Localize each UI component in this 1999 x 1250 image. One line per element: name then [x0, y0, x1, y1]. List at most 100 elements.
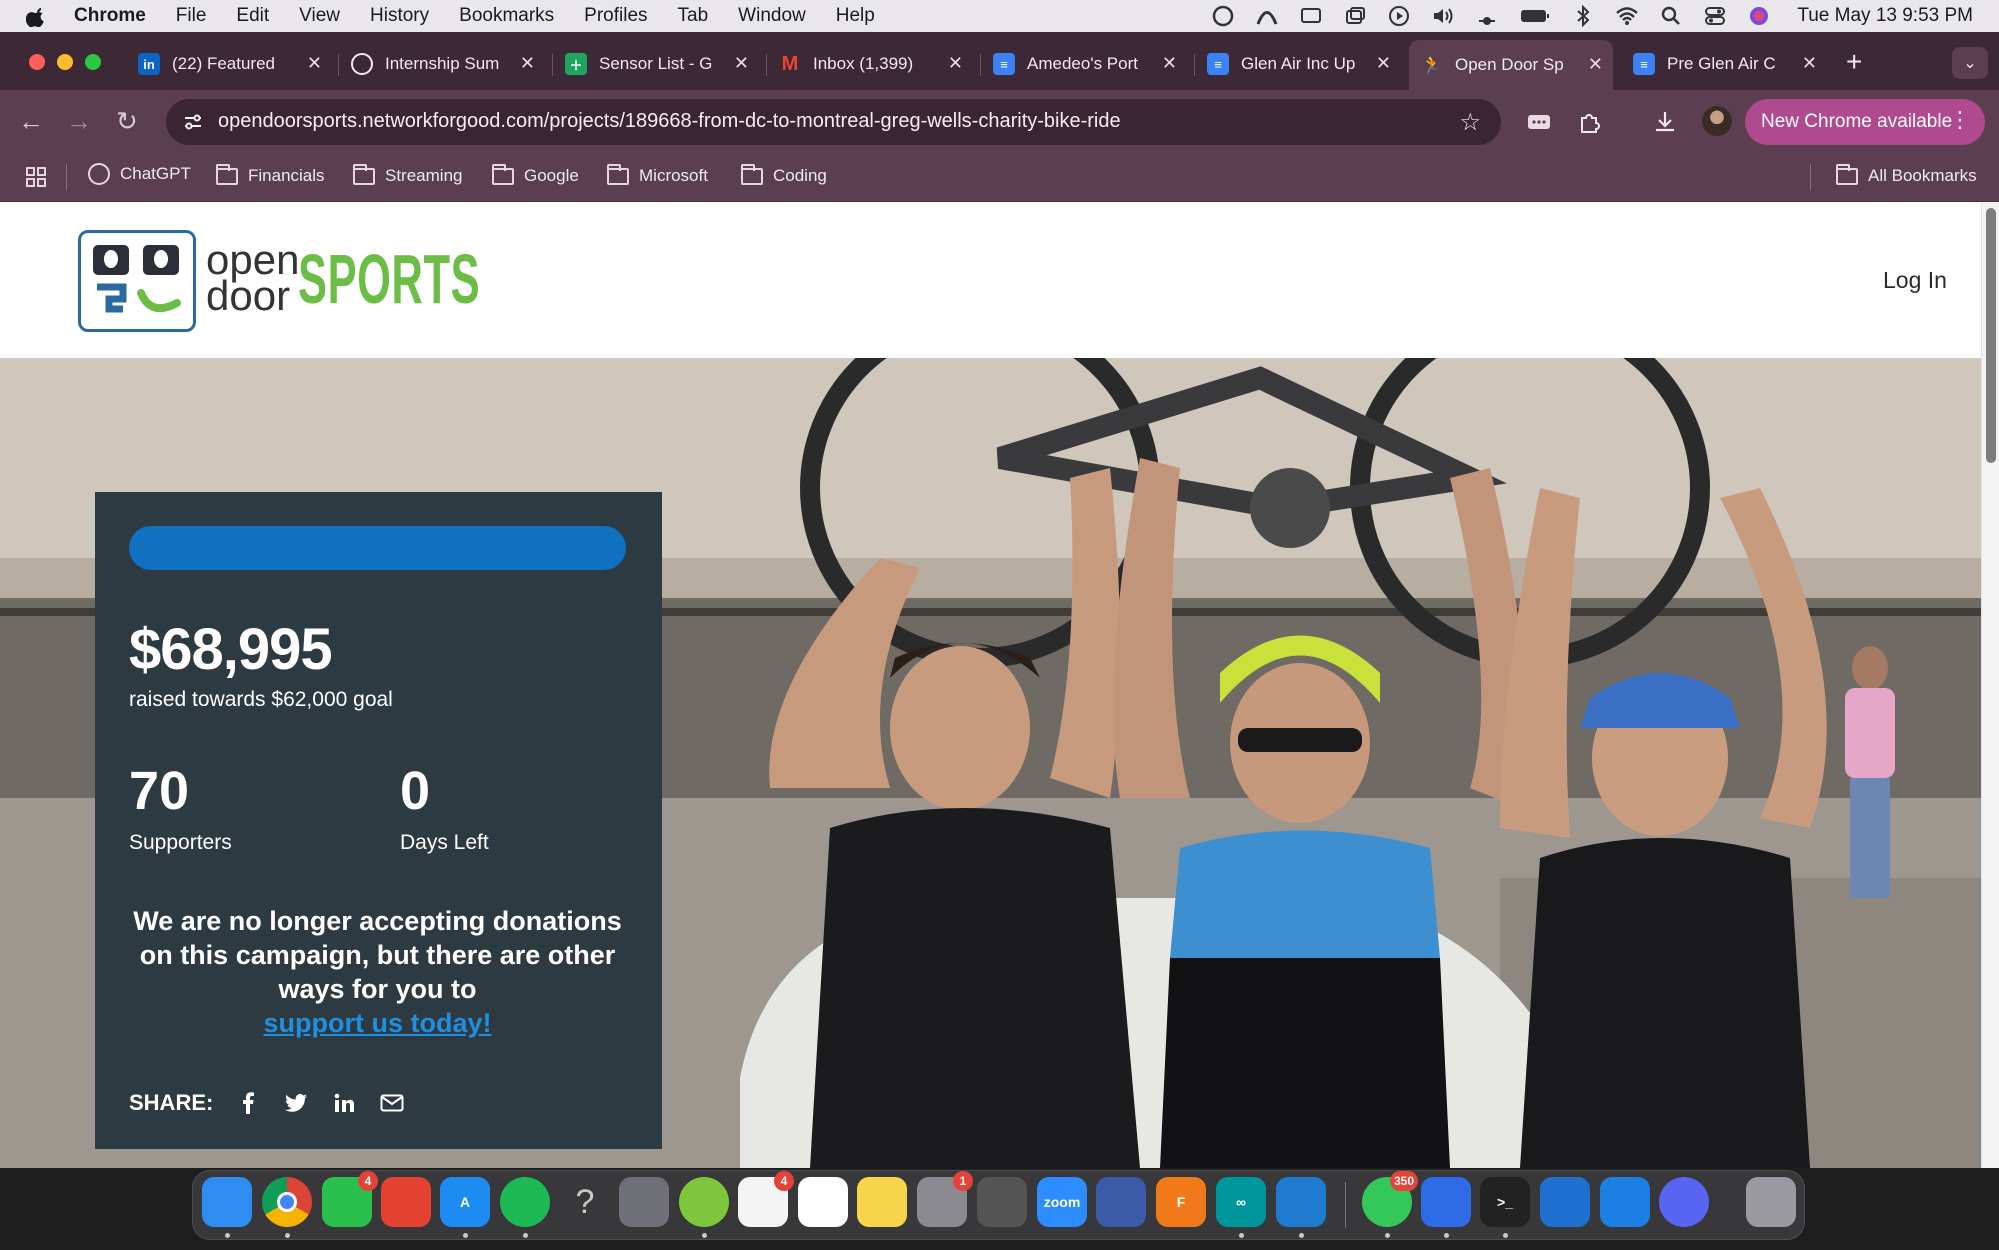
minimize-window-button[interactable]	[57, 54, 73, 70]
dock-arduino-icon[interactable]: ∞	[1216, 1177, 1266, 1227]
arc-status-icon[interactable]	[1255, 5, 1279, 27]
tab-glen-air-update[interactable]: ≡ Glen Air Inc Up ✕	[1195, 44, 1401, 84]
dock-windows-app-icon[interactable]	[1600, 1177, 1650, 1227]
facebook-icon[interactable]	[235, 1090, 261, 1116]
dock-spotify-icon[interactable]	[500, 1177, 550, 1227]
tab-pre-glen-air[interactable]: ≡ Pre Glen Air C ✕	[1621, 44, 1827, 84]
dock-system-settings-icon[interactable]: 1	[917, 1171, 973, 1227]
menu-view[interactable]: View	[299, 5, 340, 27]
maximize-window-button[interactable]	[85, 54, 101, 70]
tab-internship[interactable]: Internship Sum ✕	[339, 44, 545, 84]
scrollbar-thumb[interactable]	[1986, 208, 1996, 463]
display-icon[interactable]	[1299, 5, 1323, 27]
download-icon[interactable]	[1651, 108, 1679, 136]
url-text[interactable]: opendoorsports.networkforgood.com/projec…	[218, 110, 1121, 133]
close-window-button[interactable]	[29, 54, 45, 70]
log-in-link[interactable]: Log In	[1883, 267, 1947, 294]
bookmark-financials[interactable]: Financials	[216, 163, 325, 186]
dock-messages-icon[interactable]: 350	[1362, 1171, 1418, 1227]
close-tab-icon[interactable]: ✕	[520, 53, 535, 74]
dock-facetime-icon[interactable]: 4	[322, 1171, 378, 1227]
dock-fusion-icon[interactable]: F	[1156, 1177, 1206, 1227]
dock-todoist-icon[interactable]	[381, 1177, 431, 1227]
dock-cloud-app-icon[interactable]	[679, 1177, 729, 1227]
dock-zoom-icon[interactable]: zoom	[1037, 1177, 1087, 1227]
twitter-icon[interactable]	[283, 1090, 309, 1116]
menu-window[interactable]: Window	[738, 5, 806, 27]
close-tab-icon[interactable]: ✕	[1162, 53, 1177, 74]
menubar-clock[interactable]: Tue May 13 9:53 PM	[1797, 5, 1973, 27]
dock-chrome-icon[interactable]	[262, 1177, 312, 1227]
profile-avatar[interactable]	[1702, 106, 1732, 136]
battery-icon[interactable]	[1519, 5, 1551, 27]
bookmark-chatgpt[interactable]: ChatGPT	[88, 163, 191, 185]
close-tab-icon[interactable]: ✕	[1802, 53, 1817, 74]
close-tab-icon[interactable]: ✕	[948, 53, 963, 74]
dock-finder-icon[interactable]	[202, 1177, 252, 1227]
close-tab-icon[interactable]: ✕	[307, 53, 322, 74]
dock-notes-icon[interactable]	[857, 1177, 907, 1227]
apps-grid-icon[interactable]	[25, 166, 47, 188]
menu-app-name[interactable]: Chrome	[74, 5, 146, 27]
more-menu-icon[interactable]: ⋮	[1949, 107, 1971, 133]
forward-button[interactable]: →	[66, 106, 92, 137]
menu-help[interactable]: Help	[836, 5, 875, 27]
close-tab-icon[interactable]: ✕	[734, 53, 749, 74]
menu-bookmarks[interactable]: Bookmarks	[459, 5, 554, 27]
dock-app-store-icon[interactable]: A	[440, 1177, 490, 1227]
tab-open-door-sports[interactable]: 🏃 Open Door Sp ✕	[1409, 40, 1613, 90]
back-button[interactable]: ←	[18, 106, 44, 137]
dock-copilot-icon[interactable]	[1421, 1177, 1471, 1227]
siri-icon[interactable]	[1747, 5, 1771, 27]
open-door-sports-logo[interactable]	[78, 230, 196, 332]
linkedin-icon[interactable]	[331, 1090, 357, 1116]
menu-profiles[interactable]: Profiles	[584, 5, 647, 27]
extensions-puzzle-icon[interactable]	[1576, 108, 1604, 136]
new-chrome-available-button[interactable]: New Chrome available ⋮	[1745, 99, 1985, 145]
email-icon[interactable]	[379, 1090, 405, 1116]
wifi-icon[interactable]	[1615, 5, 1639, 27]
menu-edit[interactable]: Edit	[236, 5, 269, 27]
all-bookmarks[interactable]: All Bookmarks	[1836, 163, 1977, 186]
tab-sensor-list[interactable]: ＋ Sensor List - G ✕	[553, 44, 759, 84]
dock-trash-icon[interactable]	[1746, 1177, 1796, 1227]
reload-button[interactable]: ↻	[116, 106, 138, 137]
close-tab-icon[interactable]: ✕	[1588, 54, 1603, 75]
bluetooth-icon[interactable]	[1571, 5, 1595, 27]
bookmark-coding[interactable]: Coding	[741, 163, 827, 186]
extension-menu-icon[interactable]	[1525, 108, 1553, 136]
control-center-icon[interactable]	[1703, 5, 1727, 27]
menu-history[interactable]: History	[370, 5, 429, 27]
address-bar[interactable]: opendoorsports.networkforgood.com/projec…	[166, 99, 1501, 145]
dock-screenshot-icon[interactable]	[977, 1177, 1027, 1227]
dock-discord-icon[interactable]	[1659, 1177, 1709, 1227]
dock-remote-desktop-icon[interactable]	[1540, 1177, 1590, 1227]
site-info-icon[interactable]	[182, 111, 204, 133]
page-scrollbar[interactable]	[1981, 202, 1999, 1168]
spotlight-icon[interactable]	[1659, 5, 1683, 27]
dock-reminders-icon[interactable]: 4	[738, 1171, 794, 1227]
tab-gmail-inbox[interactable]: M Inbox (1,399) ✕	[767, 44, 973, 84]
volume-icon[interactable]	[1431, 5, 1455, 27]
new-tab-button[interactable]: +	[1846, 46, 1862, 78]
close-tab-icon[interactable]: ✕	[1376, 53, 1391, 74]
dock-launchpad-icon[interactable]	[619, 1177, 669, 1227]
menu-file[interactable]: File	[176, 5, 207, 27]
creative-cloud-icon[interactable]	[1211, 5, 1235, 27]
dock-freeform-icon[interactable]	[798, 1177, 848, 1227]
tab-linkedin[interactable]: in (22) Featured ✕	[126, 44, 332, 84]
apple-menu-icon[interactable]	[26, 5, 48, 27]
tab-search-button[interactable]: ⌄	[1952, 47, 1988, 79]
dock-vscode-icon[interactable]	[1276, 1177, 1326, 1227]
bookmark-microsoft[interactable]: Microsoft	[607, 163, 708, 186]
menu-tab[interactable]: Tab	[678, 5, 709, 27]
dock-terminal-icon[interactable]: >_	[1480, 1177, 1530, 1227]
dock-rocket-icon[interactable]	[1096, 1177, 1146, 1227]
tab-amedeo-portfolio[interactable]: ≡ Amedeo's Port ✕	[981, 44, 1187, 84]
bookmark-google[interactable]: Google	[492, 163, 579, 186]
brightness-icon[interactable]	[1475, 5, 1499, 27]
support-us-link[interactable]: support us today!	[264, 1008, 492, 1038]
bookmark-streaming[interactable]: Streaming	[353, 163, 462, 186]
screens-icon[interactable]	[1343, 5, 1367, 27]
dock-help-icon[interactable]: ?	[560, 1177, 610, 1227]
